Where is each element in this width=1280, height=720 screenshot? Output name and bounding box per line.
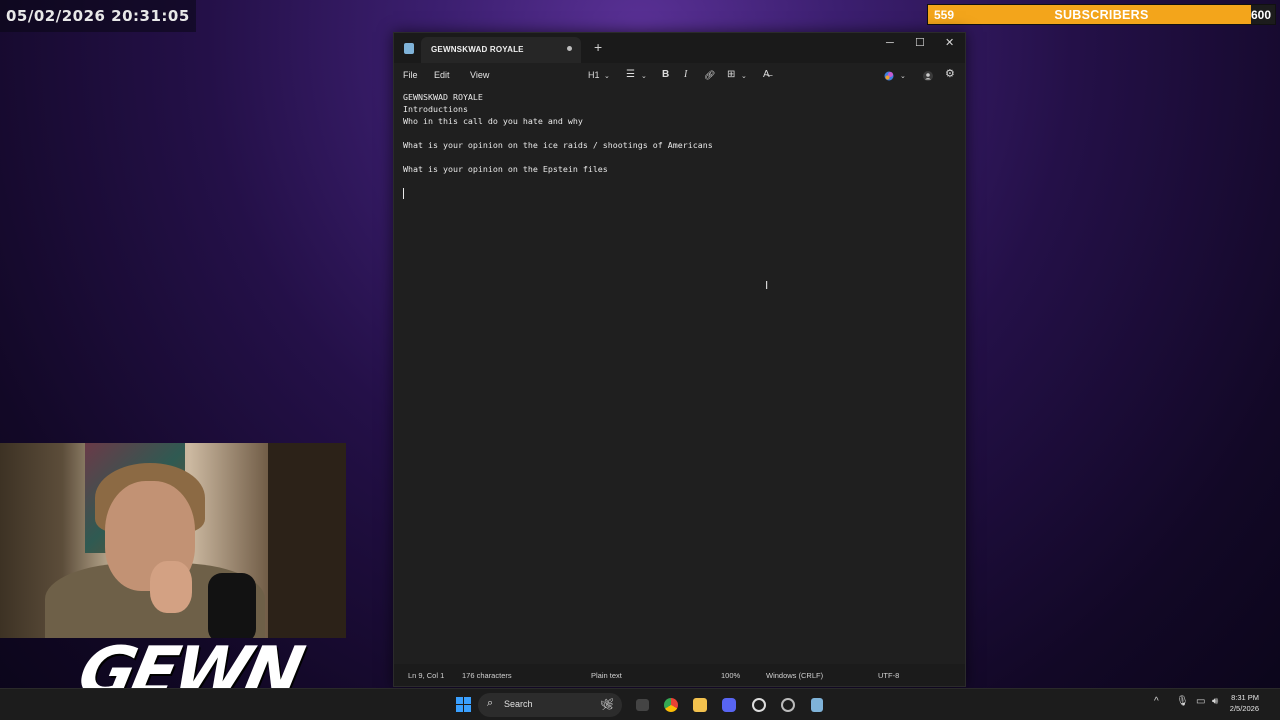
editor-line: Introductions	[403, 104, 468, 114]
background-door	[268, 443, 346, 638]
unsaved-dot-icon[interactable]	[567, 46, 572, 51]
editor-line: Who in this call do you hate and why	[403, 116, 583, 126]
notepad-taskbar-icon[interactable]	[811, 698, 823, 712]
tab-document[interactable]: GEWNSKWAD ROYALE	[421, 37, 581, 63]
task-view-icon[interactable]	[636, 699, 649, 711]
editor-line: GEWNSKWAD ROYALE	[403, 92, 483, 102]
notepad-window: GEWNSKWAD ROYALE + ─ ☐ ✕ File Edit View …	[393, 32, 966, 687]
menu-view[interactable]: View	[470, 70, 489, 80]
system-clock[interactable]: 8:31 PM 2/5/2026	[1230, 692, 1259, 714]
sync-app-icon[interactable]	[781, 698, 795, 712]
menu-bar: File Edit View H1 ⌄ ☰ ⌄ B I 🔗︎ ⊞ ⌄ A̶ ⌄ …	[394, 63, 965, 89]
chevron-down-icon[interactable]: ⌄	[641, 71, 647, 83]
bold-button[interactable]: B	[662, 69, 669, 81]
status-line-ending[interactable]: Windows (CRLF)	[766, 671, 823, 680]
text-editor-area[interactable]: GEWNSKWAD ROYALE Introductions Who in th…	[403, 91, 955, 664]
clock-date: 2/5/2026	[1229, 704, 1259, 713]
heading-dropdown[interactable]: H1	[588, 69, 600, 81]
list-icon[interactable]: ☰	[626, 69, 635, 81]
tray-overflow-icon[interactable]: ^	[1154, 696, 1159, 707]
taskbar: ⌕ Search 🌿︎ ^ 🎙︎ ▭ 🔊︎ 8:31 PM 2/5/2026	[0, 688, 1280, 720]
status-format[interactable]: Plain text	[591, 671, 622, 680]
volume-icon[interactable]: 🔊︎	[1212, 696, 1218, 707]
chrome-icon[interactable]	[664, 698, 678, 712]
italic-button[interactable]: I	[684, 69, 687, 81]
editor-line: What is your opinion on the ice raids / …	[403, 140, 713, 150]
status-encoding[interactable]: UTF-8	[878, 671, 899, 680]
ibeam-cursor-icon: I	[765, 279, 769, 292]
editor-line: What is your opinion on the Epstein file…	[403, 164, 608, 174]
subscriber-goal-target: 600	[1250, 8, 1271, 22]
subscriber-goal-bar: 559 SUBSCRIBERS 600	[927, 4, 1276, 25]
table-icon[interactable]: ⊞	[727, 69, 735, 81]
new-tab-button[interactable]: +	[594, 40, 602, 54]
network-icon[interactable]: ▭	[1196, 696, 1205, 707]
discord-icon[interactable]	[722, 698, 736, 712]
stream-timestamp: 05/02/2026 20:31:05	[0, 0, 196, 32]
microphone	[208, 573, 256, 638]
subscriber-goal-title: SUBSCRIBERS	[1054, 8, 1149, 22]
streamer-hand	[150, 561, 192, 613]
gear-icon[interactable]: ⚙	[945, 68, 955, 80]
status-position: Ln 9, Col 1	[408, 671, 445, 680]
title-bar[interactable]: GEWNSKWAD ROYALE + ─ ☐ ✕	[394, 33, 965, 63]
clock-app-icon[interactable]	[752, 698, 766, 712]
search-label: Search	[504, 699, 533, 709]
chevron-down-icon[interactable]: ⌄	[604, 71, 610, 83]
minimize-button[interactable]: ─	[886, 36, 894, 50]
menu-file[interactable]: File	[403, 70, 418, 80]
account-icon[interactable]	[923, 71, 933, 85]
link-icon[interactable]: 🔗︎	[704, 69, 715, 81]
chevron-down-icon[interactable]: ⌄	[741, 71, 747, 83]
taskbar-search[interactable]: ⌕ Search 🌿︎	[478, 693, 622, 717]
clock-time: 8:31 PM	[1231, 693, 1259, 702]
close-button[interactable]: ✕	[945, 36, 954, 50]
clear-formatting-icon[interactable]: A̶	[763, 69, 770, 81]
menu-edit[interactable]: Edit	[434, 70, 450, 80]
tab-title: GEWNSKWAD ROYALE	[431, 45, 524, 54]
status-zoom[interactable]: 100%	[721, 671, 740, 680]
webcam-feed	[0, 443, 346, 638]
file-explorer-icon[interactable]	[693, 698, 707, 712]
search-highlight-icon: 🌿︎	[600, 699, 614, 711]
windows-start-icon[interactable]	[456, 697, 471, 712]
chevron-down-icon[interactable]: ⌄	[900, 71, 906, 83]
status-bar: Ln 9, Col 1 176 characters Plain text 10…	[394, 664, 965, 686]
editor-caret-line	[403, 187, 955, 199]
notepad-app-icon	[404, 43, 414, 54]
status-char-count: 176 characters	[462, 671, 512, 680]
microphone-icon[interactable]: 🎙︎	[1176, 696, 1189, 707]
copilot-icon[interactable]	[884, 71, 894, 85]
search-icon: ⌕	[487, 697, 494, 709]
maximize-button[interactable]: ☐	[915, 36, 925, 50]
text-caret	[403, 188, 404, 199]
